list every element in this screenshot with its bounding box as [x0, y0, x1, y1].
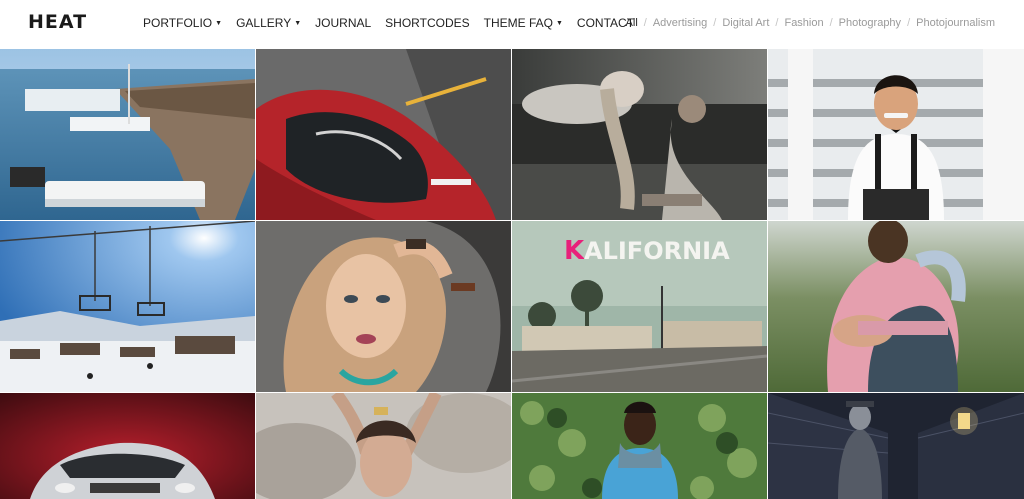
red-car-ad-photo[interactable] — [0, 393, 255, 499]
nav-label: GALLERY — [236, 16, 292, 30]
ski-lift-photo[interactable] — [0, 221, 255, 392]
man-suspenders-stairs-photo[interactable] — [768, 49, 1024, 220]
nav-journal[interactable]: JOURNAL — [315, 16, 371, 30]
couple-embrace-photo[interactable] — [768, 221, 1024, 392]
dark-alley-figure-photo[interactable] — [768, 393, 1024, 499]
nav-shortcodes[interactable]: SHORTCODES — [385, 16, 469, 30]
nav-label: PORTFOLIO — [143, 16, 213, 30]
filter-photojournalism[interactable]: Photojournalism — [916, 17, 995, 29]
nav-gallery[interactable]: GALLERY ▼ — [236, 16, 301, 30]
reclining-women-photo[interactable] — [512, 49, 767, 220]
filter-all[interactable]: All — [626, 17, 638, 29]
nav-label: SHORTCODES — [385, 16, 470, 30]
filter-separator: / — [643, 17, 647, 29]
red-sports-car-photo[interactable] — [256, 49, 511, 220]
harbor-boats-photo[interactable] — [0, 49, 255, 220]
portfolio-filters: All / Advertising / Digital Art / Fashio… — [626, 17, 995, 29]
kalifornia-text: ALIFORNIA — [584, 237, 730, 265]
site-logo[interactable]: HEAT — [28, 11, 87, 33]
nav-label: THEME FAQ — [483, 16, 553, 30]
portfolio-grid: K ALIFORNIA — [0, 49, 1024, 499]
kalifornia-street-photo[interactable]: K ALIFORNIA — [512, 221, 767, 392]
filter-photography[interactable]: Photography — [839, 17, 901, 29]
filter-separator: / — [829, 17, 833, 29]
nav-theme-faq[interactable]: THEME FAQ ▼ — [484, 16, 563, 30]
filter-separator: / — [713, 17, 717, 29]
main-nav: PORTFOLIO ▼ GALLERY ▼ JOURNAL SHORTCODES T… — [143, 16, 648, 30]
nav-label: JOURNAL — [315, 16, 372, 30]
nav-portfolio[interactable]: PORTFOLIO ▼ — [143, 16, 222, 30]
filter-fashion[interactable]: Fashion — [784, 17, 823, 29]
filter-advertising[interactable]: Advertising — [653, 17, 707, 29]
filter-separator: / — [907, 17, 911, 29]
woman-arms-raised-photo[interactable] — [256, 393, 511, 499]
blonde-woman-portrait-photo[interactable] — [256, 221, 511, 392]
filter-separator: / — [775, 17, 779, 29]
caret-down-icon: ▼ — [555, 19, 563, 27]
man-scarf-ivy-photo[interactable] — [512, 393, 767, 499]
caret-down-icon: ▼ — [294, 19, 302, 27]
filter-digital-art[interactable]: Digital Art — [722, 17, 769, 29]
site-header: HEAT PORTFOLIO ▼ GALLERY ▼ JOURNAL SHORTCO… — [0, 0, 1024, 48]
caret-down-icon: ▼ — [215, 19, 223, 27]
kalifornia-k-text: K — [564, 236, 585, 266]
